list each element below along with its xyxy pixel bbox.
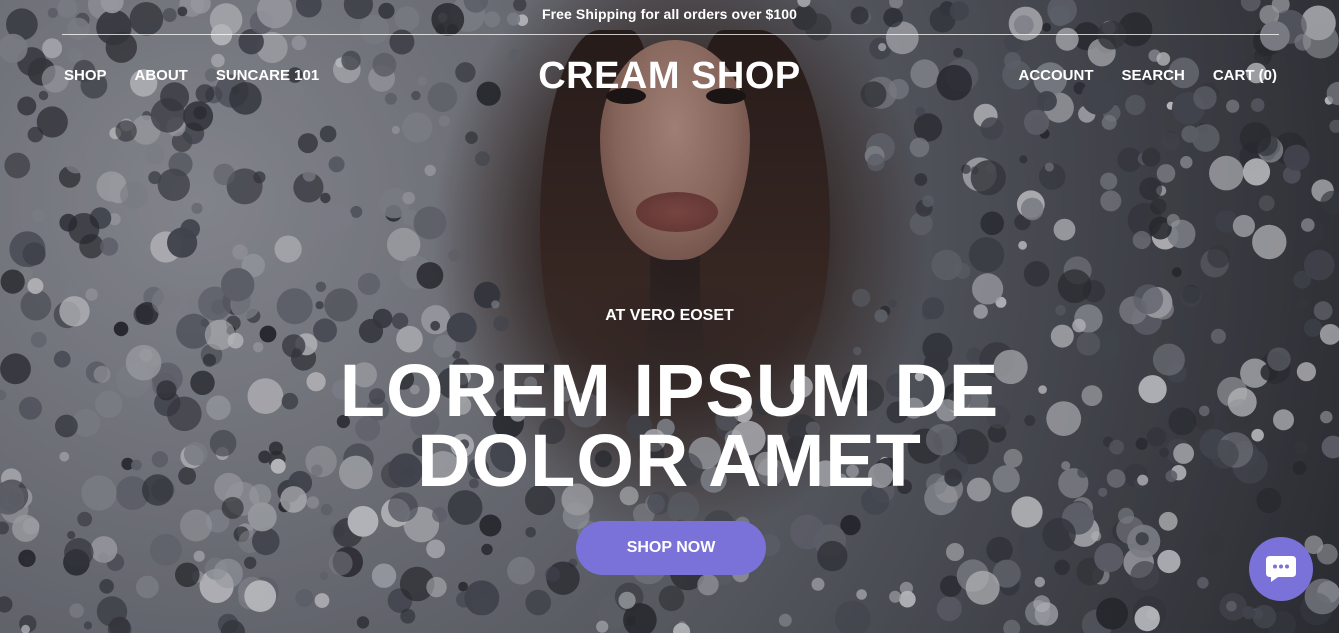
nav-suncare-link[interactable]: SUNCARE 101	[216, 67, 319, 84]
utility-nav: ACCOUNT SEARCH CART (0)	[1018, 67, 1277, 84]
nav-about-link[interactable]: ABOUT	[135, 67, 188, 84]
chat-launcher-button[interactable]	[1249, 537, 1313, 601]
primary-nav: SHOP ABOUT SUNCARE 101	[64, 67, 319, 84]
nav-shop-link[interactable]: SHOP	[64, 67, 107, 84]
site-logo[interactable]: CREAM SHOP	[538, 55, 801, 97]
chat-bubble-icon	[1266, 556, 1296, 582]
shop-now-button[interactable]: SHOP NOW	[576, 521, 766, 575]
search-link[interactable]: SEARCH	[1121, 67, 1184, 84]
hero-headline: LOREM IPSUM DE DOLOR AMET	[0, 349, 1339, 502]
cart-link[interactable]: CART (0)	[1213, 67, 1277, 84]
account-link[interactable]: ACCOUNT	[1018, 67, 1093, 84]
hero-headline-line-1: LOREM IPSUM DE	[339, 349, 1000, 432]
hero-kicker: AT VERO EOSET	[605, 307, 734, 324]
header-divider	[62, 34, 1279, 35]
announcement-bar: Free Shipping for all orders over $100	[541, 6, 798, 22]
hero-headline-line-2: DOLOR AMET	[417, 419, 922, 502]
